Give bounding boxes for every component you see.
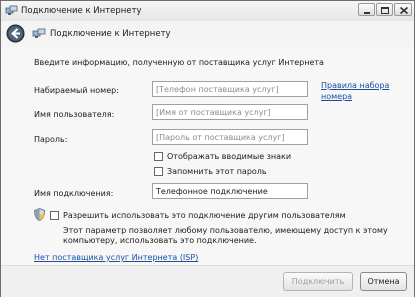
connection-name-input[interactable] [152, 183, 308, 199]
title-bar: Подключение к Интернету [1, 1, 414, 21]
allow-others-description-line1: Этот параметр позволяет любому пользоват… [63, 226, 388, 235]
wizard-button-bar: Подключить Отмена [1, 265, 414, 297]
show-characters-checkbox[interactable] [154, 152, 163, 161]
wizard-title: Подключение к Интернету [50, 29, 171, 39]
maximize-icon [381, 7, 389, 14]
connection-name-label: Имя подключения: [34, 189, 114, 198]
close-button[interactable] [394, 3, 412, 16]
network-connection-icon [5, 5, 18, 15]
navigation-bar: Подключение к Интернету [1, 21, 414, 47]
dialing-rules-link-line2[interactable]: номера [321, 92, 352, 101]
allow-others-checkbox[interactable] [50, 211, 59, 220]
security-shield-icon [34, 208, 45, 221]
intro-text: Введите информацию, полученную от постав… [34, 58, 324, 67]
password-label: Пароль: [34, 135, 68, 144]
remember-password-label: Запомнить этот пароль [167, 167, 267, 176]
connect-to-internet-window: Подключение к Интернету Подключение к Ин… [0, 0, 415, 297]
phone-number-label: Набираемый номер: [34, 86, 119, 95]
wizard-content: Введите информацию, полученную от постав… [1, 47, 414, 265]
dialing-rules-link[interactable]: Правила набора [321, 81, 389, 90]
minimize-icon [364, 12, 370, 14]
allow-others-description-line2: компьютеру, использовать это подключение… [63, 236, 257, 245]
close-icon [399, 6, 409, 15]
maximize-button[interactable] [376, 3, 393, 16]
password-input[interactable] [152, 129, 308, 145]
network-connection-icon [32, 28, 46, 38]
window-title: Подключение к Интернету [21, 6, 142, 16]
minimize-button[interactable] [358, 3, 375, 16]
remember-password-checkbox[interactable] [154, 167, 163, 176]
no-isp-link[interactable]: Нет поставщика услуг Интернета (ISP) [34, 253, 198, 262]
username-label: Имя пользователя: [34, 110, 115, 119]
username-input[interactable] [152, 104, 308, 120]
show-characters-label: Отображать вводимые знаки [167, 152, 292, 161]
allow-others-label: Разрешить использовать это подключение д… [63, 211, 346, 220]
back-arrow-icon[interactable] [6, 24, 25, 43]
connect-button[interactable]: Подключить [283, 272, 353, 291]
cancel-button[interactable]: Отмена [360, 272, 407, 291]
phone-number-input[interactable] [152, 81, 308, 97]
